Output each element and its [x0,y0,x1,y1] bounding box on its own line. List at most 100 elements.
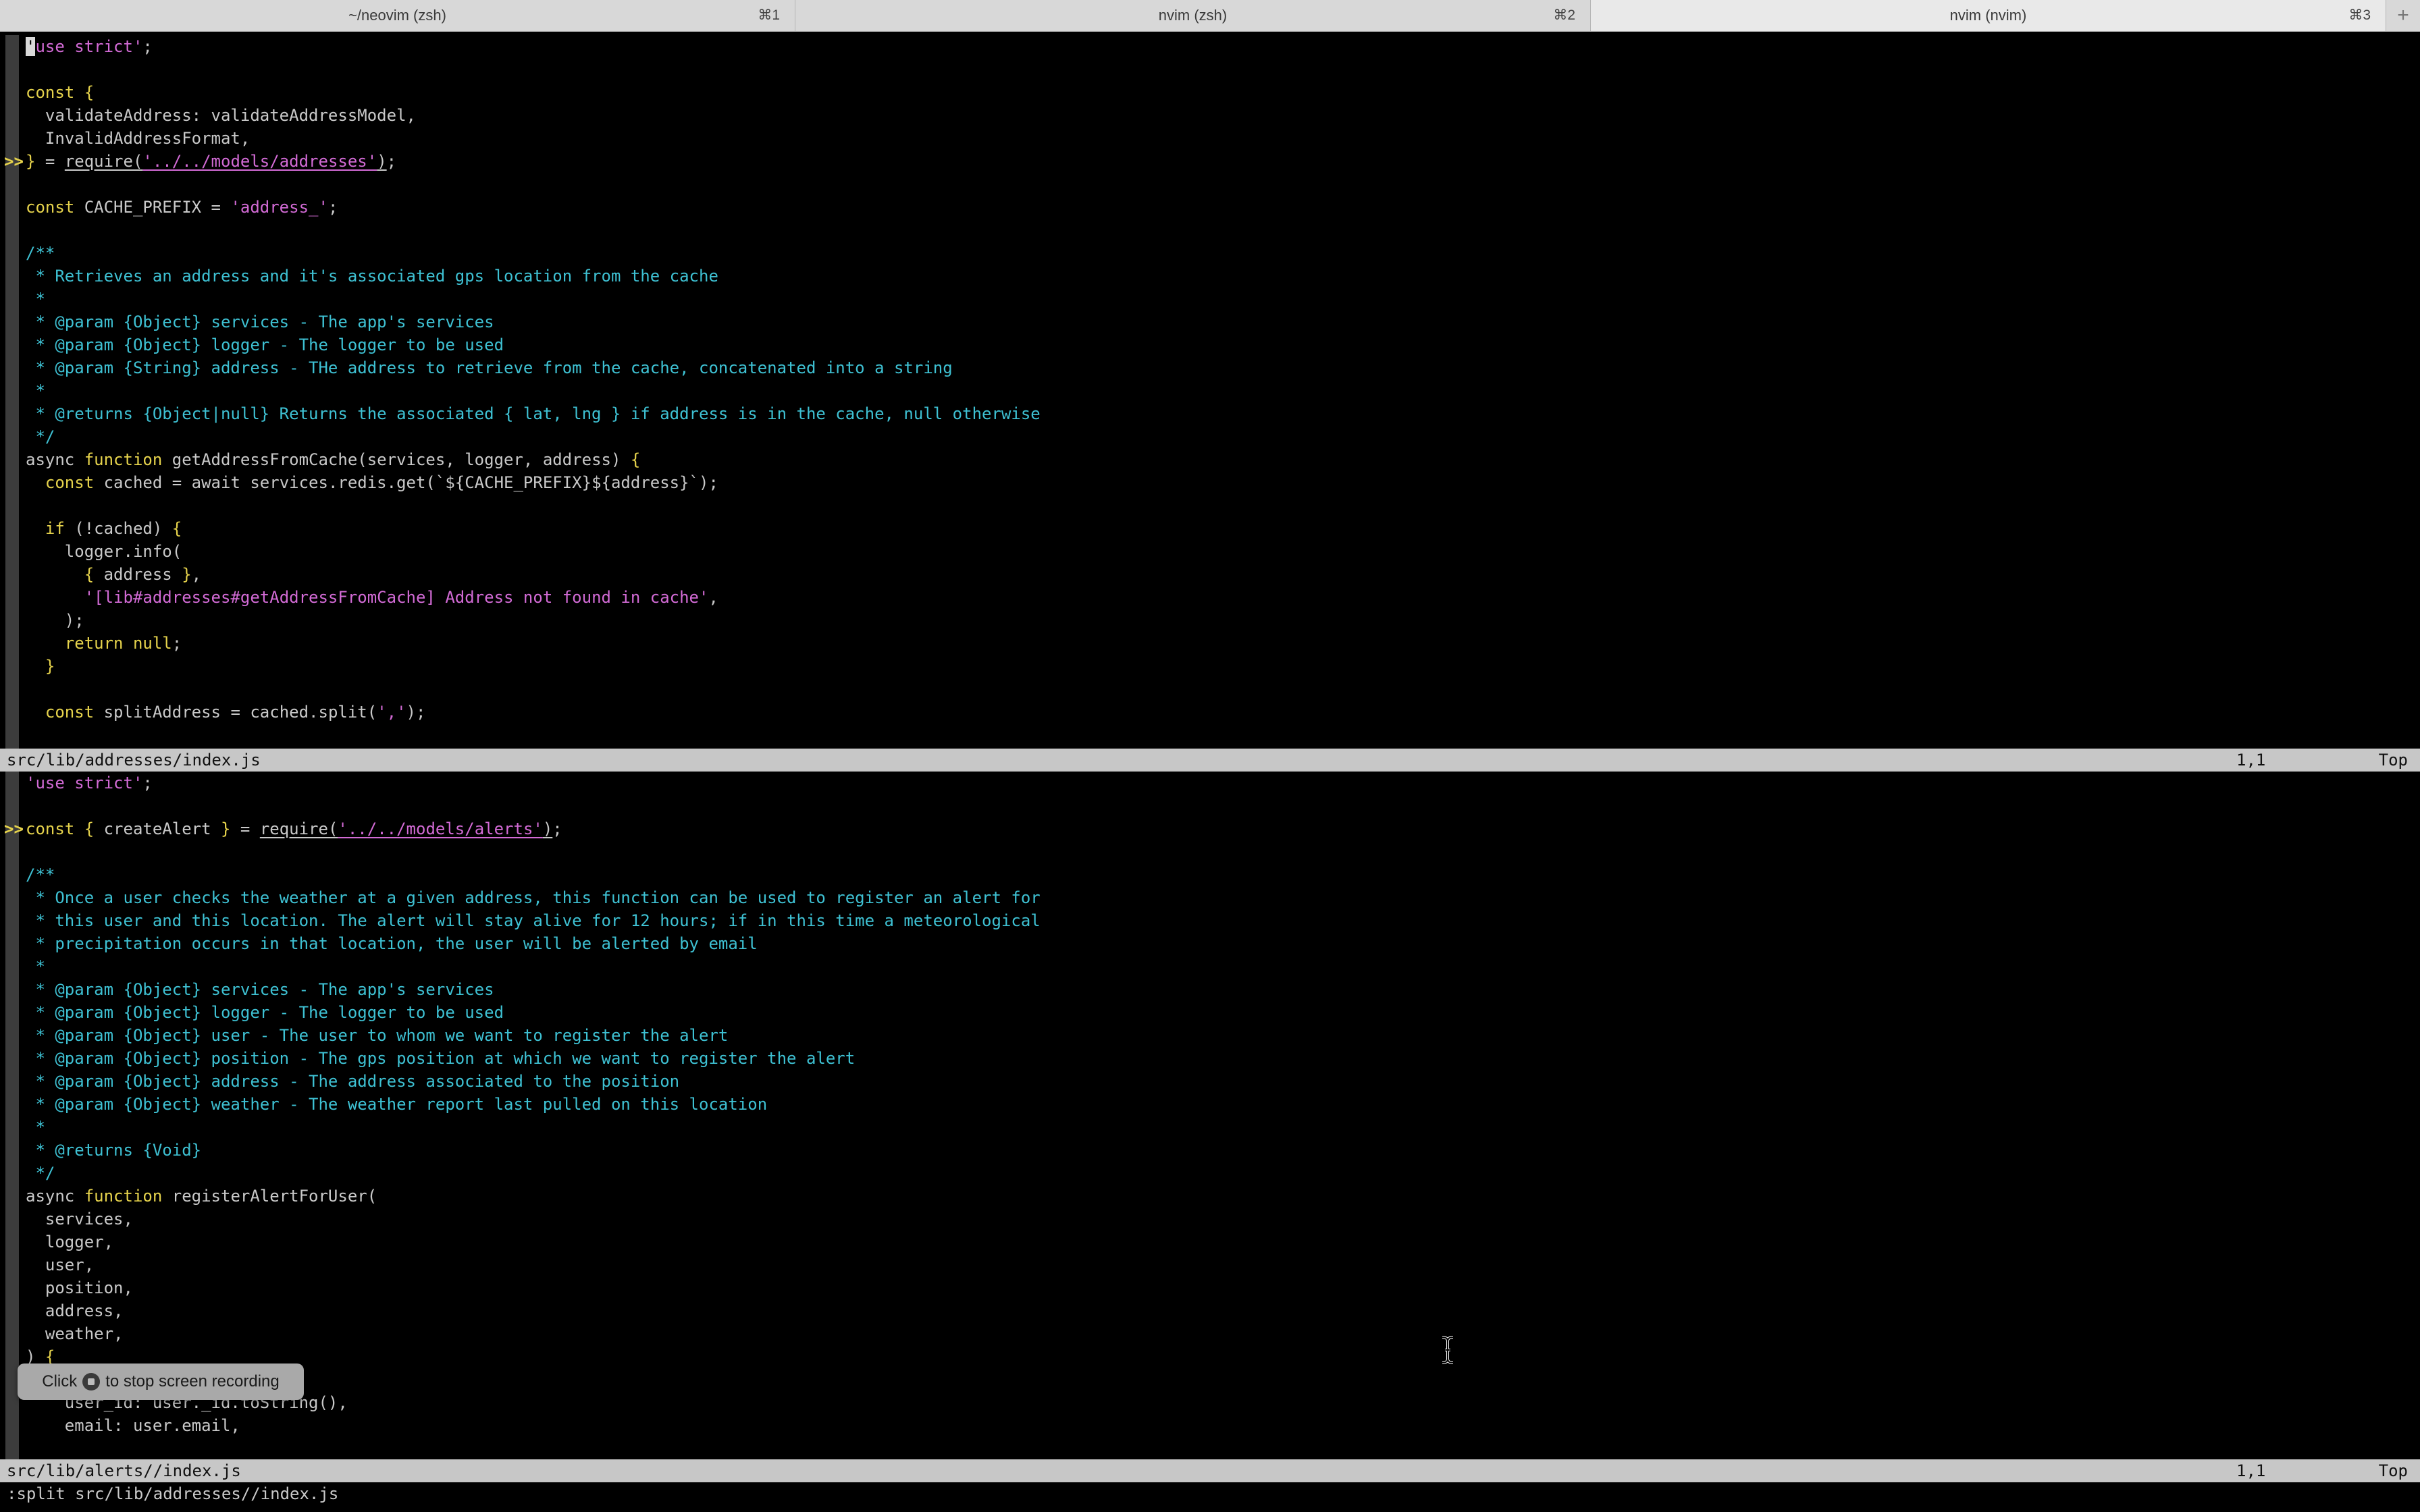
code-token: user, [26,1256,95,1274]
diagnostic-sign: >> [4,819,24,838]
code-token: registerAlertForUser( [162,1187,377,1206]
code-line: validateAddress: validateAddressModel, [26,104,2420,127]
tab-label: ~/neovim (zsh) [348,7,446,24]
code-token: * [26,381,45,400]
code-token: function [84,450,163,469]
code-token: ' [26,37,36,56]
code-token: /** [26,865,55,884]
toast-text-before: Click [42,1372,78,1390]
code-line: ); [26,609,2420,632]
code-token: * @returns {Void} [26,1141,202,1160]
text-cursor-icon [1442,1336,1454,1364]
code-token: getAddressFromCache(services, logger, ad… [162,450,631,469]
tab-shortcut: ⌘1 [758,7,780,23]
code-line: * @param {Object} user - The user to who… [26,1024,2420,1047]
code-line: logger, [26,1231,2420,1253]
tab-3[interactable]: nvim (nvim) ⌘3 [1591,0,2386,31]
code-token: validateAddress: validateAddressModel, [26,106,416,125]
code-line: const splitAddress = cached.split(','); [26,701,2420,724]
editor-pane-bottom[interactable]: >> 'use strict';​const { createAlert } =… [0,772,2420,1459]
code-token: * @returns {Object|null} Returns the ass… [26,404,1041,423]
code-token: * [26,957,45,976]
code-token: ; [552,819,562,838]
code-token: const [26,198,75,217]
status-filename: src/lib/alerts//index.js [7,1461,241,1480]
cursor-position: 1,1 [2236,1461,2266,1480]
scroll-indicator: Top [2378,751,2408,770]
code-token: ; [142,37,153,56]
code-line: weather, [26,1322,2420,1345]
tab-2[interactable]: nvim (zsh) ⌘2 [795,0,1591,31]
command-line[interactable]: :split src/lib/addresses//index.js [7,1482,338,1505]
tab-shortcut: ⌘2 [1553,7,1575,23]
code-token: use strict' [35,37,143,56]
code-line: /** [26,242,2420,265]
code-line: * Once a user checks the weather at a gi… [26,886,2420,909]
code-token: async [26,1187,84,1206]
tab-label: nvim (zsh) [1158,7,1228,24]
tab-shortcut: ⌘3 [2348,7,2371,23]
code-token: { [172,519,182,538]
code-line: const CACHE_PREFIX = 'address_'; [26,196,2420,219]
diagnostic-sign: >> [4,152,24,171]
code-token: * @param {Object} logger - The logger to… [26,1003,504,1022]
code-line: * @param {Object} services - The app's s… [26,310,2420,333]
scroll-indicator: Top [2378,1461,2408,1480]
status-line-bottom: src/lib/alerts//index.js 1,1 Top [0,1459,2420,1482]
code-line: */ [26,1162,2420,1185]
code-token: '../../models/addresses' [142,152,377,171]
code-token: ); [26,611,84,630]
code-line: 'use strict'; [26,772,2420,794]
code-line: ​ [26,840,2420,863]
code-token: address, [26,1301,124,1320]
code-line: * @param {Object} weather - The weather … [26,1093,2420,1116]
stop-recording-icon[interactable] [82,1373,101,1390]
code-area[interactable]: 'use strict'; ​ const { validateAddress: v… [26,35,2420,724]
code-token: * [26,290,45,308]
code-token: * @param {Object} logger - The logger to… [26,335,504,354]
code-area[interactable]: 'use strict';​const { createAlert } = re… [26,772,2420,1437]
code-line: user_id: user._id.toString(), [26,1391,2420,1414]
stop-recording-toast[interactable]: Click to stop screen recording [18,1364,304,1400]
code-line: * @param {Object} address - The address … [26,1070,2420,1093]
code-token: = [35,152,65,171]
code-token: ; [172,634,182,653]
code-token: weather, [26,1324,124,1343]
code-line: ​ [26,678,2420,701]
code-line: * [26,955,2420,978]
code-line: return null; [26,632,2420,655]
code-line: * Retrieves an address and it's associat… [26,265,2420,288]
cursor-position: 1,1 [2236,751,2266,770]
toast-text-after: to stop screen recording [105,1372,280,1390]
code-token: , [708,588,718,607]
new-tab-button[interactable]: + [2386,0,2420,31]
code-token: const [45,703,95,722]
tab-1[interactable]: ~/neovim (zsh) ⌘1 [0,0,795,31]
code-token: createAlert [94,819,221,838]
code-token: CACHE_PREFIX = [74,198,231,217]
code-token: logger, [26,1233,114,1251]
editor-pane-top[interactable]: >> 'use strict'; ​ const { validateAddress… [0,35,2420,749]
code-line: * @param {Object} position - The gps pos… [26,1047,2420,1070]
code-line: } [26,655,2420,678]
sign-column: >> [0,35,24,749]
tab-bar: ~/neovim (zsh) ⌘1 nvim (zsh) ⌘2 nvim (nvim) ⌘… [0,0,2420,32]
code-token: } [221,819,231,838]
code-line: ​ [26,494,2420,517]
code-token: * Retrieves an address and it's associat… [26,267,718,286]
code-line: ) { [26,1345,2420,1368]
code-line: email: user.email, [26,1414,2420,1437]
code-token: ; [386,152,397,171]
code-token: { [84,83,95,102]
code-token: } [182,565,192,584]
code-token: function [84,1187,163,1206]
code-token: logger.info( [26,542,182,561]
code-token: async [26,450,84,469]
code-token: const [45,473,95,492]
